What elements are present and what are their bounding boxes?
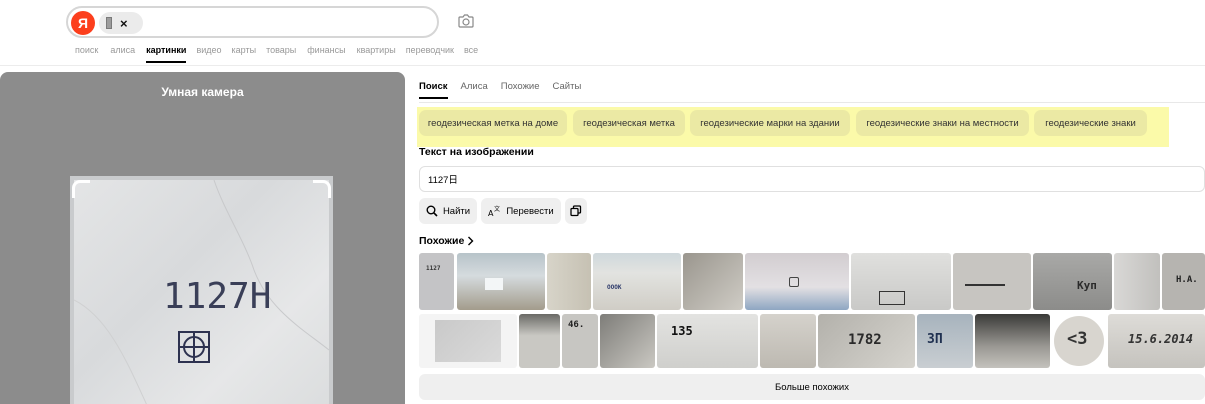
wall-surface: 1127H — [73, 179, 330, 404]
nav-video[interactable]: видео — [196, 45, 221, 63]
similar-thumbnail[interactable] — [760, 314, 816, 368]
smart-camera-title: Умная камера — [161, 85, 244, 99]
similar-thumbnail[interactable]: Н.А. — [1162, 253, 1205, 310]
nav-all[interactable]: все — [464, 45, 478, 63]
service-nav: поиск алиса картинки видео карты товары … — [75, 45, 478, 63]
suggestion-chip[interactable]: геодезическая метка — [573, 110, 685, 136]
similar-thumbnail[interactable] — [547, 253, 591, 310]
nav-market[interactable]: товары — [266, 45, 296, 63]
crop-corner-top-right[interactable] — [313, 180, 331, 198]
similar-thumbnail[interactable] — [975, 314, 1050, 368]
crop-corner-top-left[interactable] — [72, 180, 90, 198]
search-icon — [426, 205, 438, 217]
nav-maps[interactable]: карты — [232, 45, 257, 63]
similar-title-label: Похожие — [419, 235, 465, 247]
suggestion-chip[interactable]: геодезические марки на здании — [690, 110, 850, 136]
similar-thumbnail[interactable] — [953, 253, 1031, 310]
similar-thumbnail[interactable] — [683, 253, 743, 310]
yandex-logo[interactable]: Я — [71, 11, 95, 35]
query-image-thumbnail — [106, 17, 112, 29]
similar-thumbnail[interactable]: Куп — [1033, 253, 1112, 310]
similar-thumbnail[interactable]: 1127 — [419, 253, 454, 310]
nav-finance[interactable]: финансы — [307, 45, 345, 63]
svg-text:文: 文 — [494, 205, 500, 213]
similar-thumbnail[interactable] — [457, 253, 545, 310]
suggestion-chip[interactable]: геодезические знаки на местности — [856, 110, 1029, 136]
header: Я × поиск алиса картинки видео карты тов… — [0, 0, 1205, 66]
tab-similar[interactable]: Похожие — [501, 81, 540, 99]
result-tabs: Поиск Алиса Похожие Сайты — [419, 81, 581, 99]
similar-thumbnail[interactable]: 1782 — [818, 314, 915, 368]
nav-images[interactable]: картинки — [146, 45, 187, 63]
tabs-divider — [419, 102, 1205, 103]
recognized-text-field[interactable]: 1127日 — [419, 166, 1205, 192]
chevron-right-icon — [468, 236, 474, 246]
tab-sites[interactable]: Сайты — [553, 81, 582, 99]
text-on-image-title: Текст на изображении — [419, 146, 534, 158]
translate-icon: A文 — [488, 205, 500, 217]
similar-thumbnail[interactable] — [600, 314, 655, 368]
find-button-label: Найти — [442, 205, 471, 217]
similar-thumbnail[interactable] — [1114, 253, 1160, 310]
image-query-chip[interactable]: × — [99, 12, 143, 34]
translate-button-label: Перевести — [506, 205, 554, 217]
similar-thumbnail[interactable]: ЗП — [917, 314, 973, 368]
query-photo[interactable]: 1127H — [70, 176, 333, 404]
nav-translate[interactable]: переводчик — [406, 45, 454, 63]
search-input[interactable]: Я × — [66, 6, 439, 38]
similar-title[interactable]: Похожие — [419, 235, 474, 247]
nav-alice[interactable]: алиса — [110, 45, 135, 63]
similar-thumbnail[interactable] — [519, 314, 560, 368]
camera-icon[interactable] — [457, 12, 475, 30]
similar-thumbnail[interactable]: <3 — [1052, 314, 1106, 368]
photo-detail: 1127H — [73, 179, 330, 404]
results-panel: Поиск Алиса Похожие Сайты геодезическая … — [410, 72, 1205, 404]
similar-thumbnail[interactable]: 135 — [657, 314, 758, 368]
smart-camera-panel: Умная камера 1127H — [0, 72, 405, 404]
suggestion-chip[interactable]: геодезические знаки — [1034, 110, 1147, 136]
similar-thumbnail[interactable] — [419, 314, 517, 368]
similar-thumbnail[interactable] — [851, 253, 951, 310]
translate-button[interactable]: A文 Перевести — [481, 198, 561, 224]
copy-button[interactable] — [565, 198, 587, 224]
similar-thumbnail[interactable]: ОООК — [593, 253, 681, 310]
similar-thumbnail[interactable] — [745, 253, 849, 310]
nav-realty[interactable]: квартиры — [357, 45, 396, 63]
copy-icon — [570, 205, 582, 217]
find-button[interactable]: Найти — [419, 198, 477, 224]
suggestion-chip[interactable]: геодезическая метка на доме — [419, 110, 567, 136]
similar-thumbnail[interactable]: 46. — [562, 314, 598, 368]
close-icon[interactable]: × — [120, 17, 128, 30]
similar-thumbnail[interactable]: 15.6.2014 — [1108, 314, 1205, 368]
tab-alice[interactable]: Алиса — [461, 81, 488, 99]
nav-search[interactable]: поиск — [75, 45, 98, 63]
tab-search[interactable]: Поиск — [419, 81, 448, 99]
more-similar-button[interactable]: Больше похожих — [419, 374, 1205, 400]
photo-marking-text: 1127H — [163, 276, 271, 317]
